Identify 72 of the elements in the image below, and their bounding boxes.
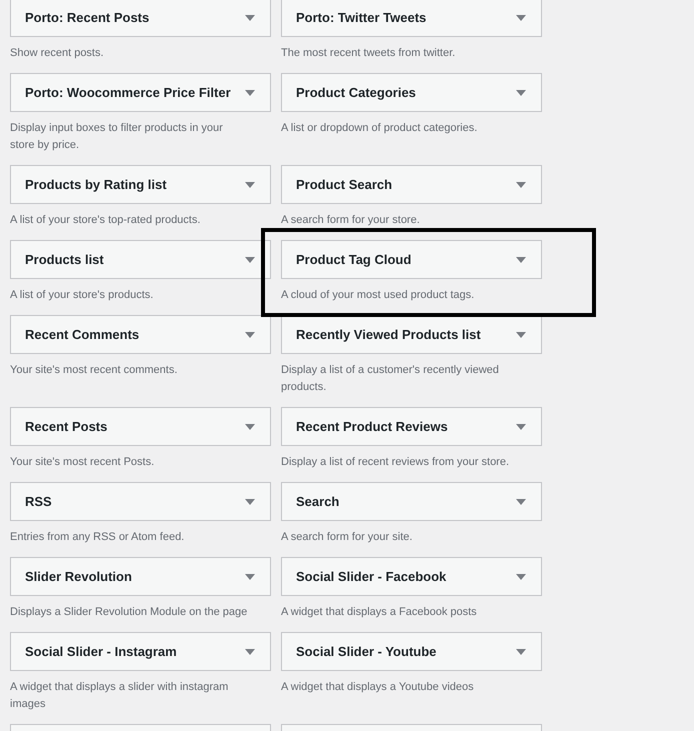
widget-description: The most recent tweets from twitter.	[281, 46, 456, 61]
widget-header[interactable]: Products list	[10, 240, 271, 279]
widget-description: A widget that displays a Youtube videos	[281, 680, 475, 695]
caret-icon[interactable]	[516, 90, 526, 96]
widget-header[interactable]: Porto: Woocommerce Price Filter	[10, 73, 271, 112]
widget-description: Display a list of recent reviews from your store.	[281, 455, 510, 470]
caret-icon[interactable]	[516, 648, 526, 654]
caret-icon[interactable]	[245, 256, 255, 262]
widget-header[interactable]: Recent Comments	[10, 315, 271, 354]
widget-description: Your site's most recent comments.	[10, 363, 178, 378]
caret-icon[interactable]	[516, 256, 526, 262]
widget-header[interactable]: Porto: Recent Posts	[10, 0, 271, 37]
widget-description: A search form for your site.	[281, 530, 414, 545]
caret-icon[interactable]	[516, 332, 526, 338]
widget-description: Your site's most recent Posts.	[10, 455, 156, 470]
widget-title: Products by Rating list	[25, 176, 167, 194]
widget-description: A list or dropdown of product categories.	[281, 121, 478, 136]
caret-icon[interactable]	[245, 90, 255, 96]
widget-description: A list of your store's products.	[10, 288, 154, 303]
caret-icon[interactable]	[245, 648, 255, 654]
caret-icon[interactable]	[245, 182, 255, 188]
widget-header[interactable]: Search	[281, 482, 542, 521]
widget-title: Porto: Twitter Tweets	[296, 8, 426, 27]
widget-description: A search form for your store.	[281, 213, 421, 228]
widget-description: Display a list of a customer's recently viewed products.	[281, 363, 500, 395]
widget-header[interactable]: RSS	[10, 482, 271, 521]
widget-description: A widget that displays a slider with instagram images	[10, 680, 230, 712]
caret-icon[interactable]	[516, 182, 526, 188]
widget-title: Recent Comments	[25, 326, 140, 344]
widget-title: Recent Product Reviews	[296, 418, 448, 436]
caret-icon[interactable]	[516, 498, 526, 504]
widget-header[interactable]: Product Tag Cloud	[281, 240, 542, 279]
widget-header[interactable]: Recent Posts	[10, 407, 271, 446]
widget-title: RSS	[25, 492, 52, 511]
widget-header[interactable]: Social Slider - Youtube	[281, 632, 542, 671]
widget-header[interactable]: Porto: Twitter Tweets	[281, 0, 542, 37]
widget-title: Social Slider - Facebook	[296, 568, 446, 586]
widget-title: Social Slider - Youtube	[296, 642, 436, 661]
widget-header[interactable]: Slider Revolution	[10, 557, 271, 596]
caret-icon[interactable]	[516, 424, 526, 430]
widget-header[interactable]: Recent Product Reviews	[281, 407, 542, 446]
widget-title: Product Search	[296, 176, 392, 194]
widget-description: A widget that displays a Facebook posts	[281, 605, 478, 620]
widget-header[interactable]: Products by Rating list	[10, 165, 271, 204]
widget-title: Search	[296, 492, 340, 511]
widget-title: Product Tag Cloud	[296, 250, 412, 269]
widget-description: Entries from any RSS or Atom feed.	[10, 530, 186, 545]
widget-header[interactable]: Product Categories	[281, 73, 542, 112]
caret-icon[interactable]	[245, 424, 255, 430]
widget-title: Recent Posts	[25, 418, 108, 436]
widget-description: Display input boxes to filter products in your store by price.	[10, 121, 224, 153]
widget-description: A list of your store's top-rated products.	[10, 213, 202, 228]
caret-icon[interactable]	[516, 574, 526, 580]
widget-header[interactable]: Recently Viewed Products list	[281, 315, 542, 354]
widget-header[interactable]: Social Slider - Facebook	[281, 557, 542, 596]
widget-title: Porto: Recent Posts	[25, 8, 150, 27]
widget-title: Slider Revolution	[25, 568, 132, 586]
caret-icon[interactable]	[245, 14, 255, 20]
widget-header[interactable]: Social Slider - Instagram	[10, 632, 271, 671]
widget-description: Displays a Slider Revolution Module on the page	[10, 605, 248, 620]
widget-title: Product Categories	[296, 84, 416, 102]
caret-icon[interactable]	[245, 332, 255, 338]
widget-title: Products list	[25, 250, 104, 269]
widget-title: Social Slider - Instagram	[25, 642, 177, 661]
widget-title: Porto: Woocommerce Price Filter	[25, 84, 231, 102]
widget-header[interactable]: Product Search	[281, 165, 542, 204]
caret-icon[interactable]	[245, 498, 255, 504]
widget-description: Show recent posts.	[10, 46, 105, 61]
widget-title: Recently Viewed Products list	[296, 326, 481, 344]
widget-description: A cloud of your most used product tags.	[281, 288, 476, 303]
caret-icon[interactable]	[516, 14, 526, 20]
caret-icon[interactable]	[245, 574, 255, 580]
